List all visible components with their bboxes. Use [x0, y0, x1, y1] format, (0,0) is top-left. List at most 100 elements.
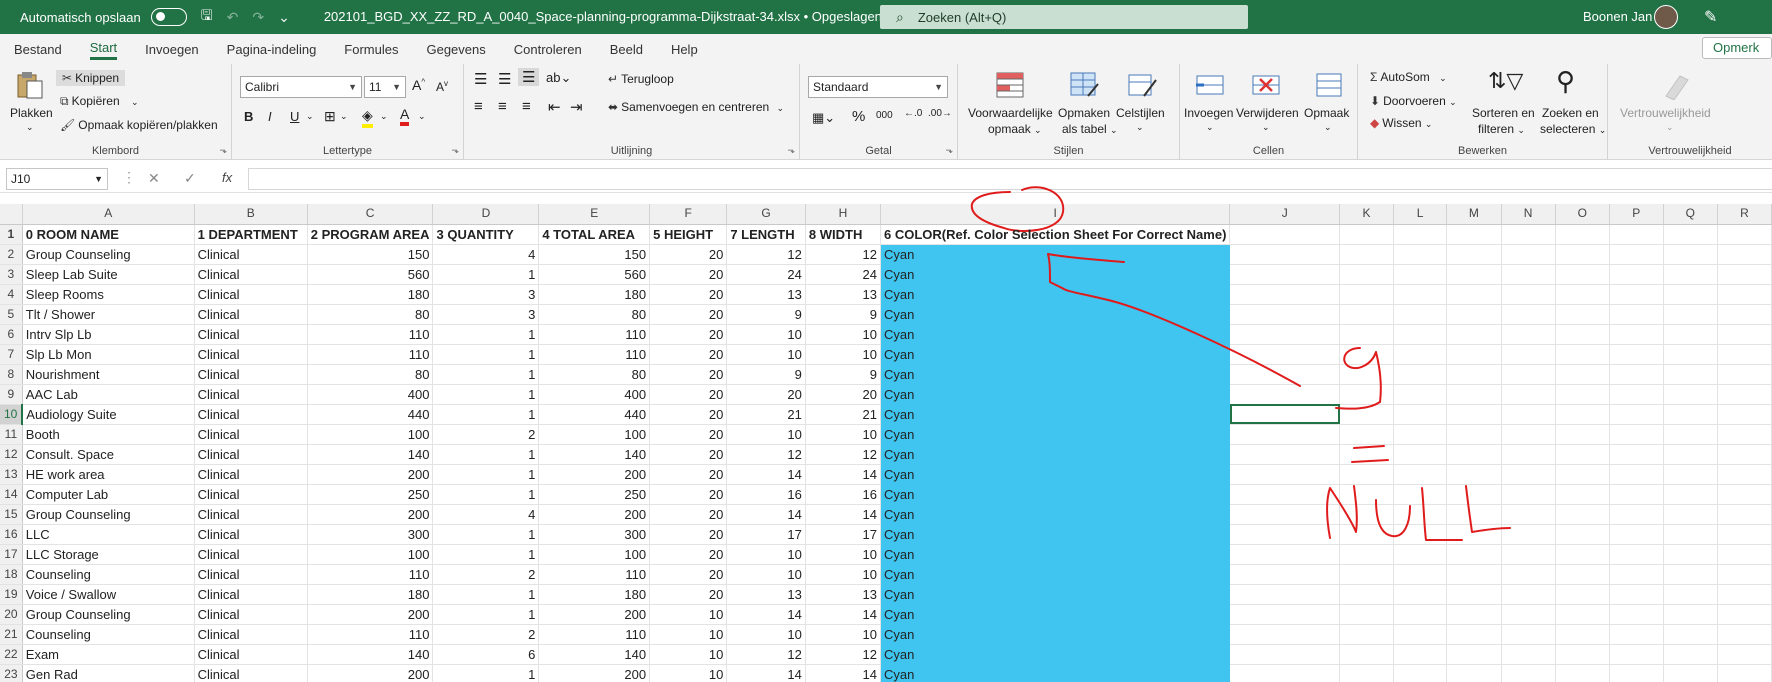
cell-p19[interactable] [1609, 584, 1664, 605]
cell-h16[interactable]: 17 [805, 524, 882, 545]
cell-l23[interactable] [1393, 664, 1448, 682]
cell-o18[interactable] [1555, 564, 1610, 585]
find-select-label-2[interactable]: selecteren ⌄ [1540, 122, 1606, 136]
cell-g15[interactable]: 14 [726, 504, 806, 525]
cell-r12[interactable] [1717, 444, 1772, 465]
align-left-icon[interactable]: ≡ [474, 98, 483, 115]
cell-d7[interactable]: 1 [432, 344, 540, 365]
cell-h20[interactable]: 14 [805, 604, 882, 625]
cell-a3[interactable]: Sleep Lab Suite [22, 264, 195, 285]
cell-k7[interactable] [1339, 344, 1394, 365]
cell-e9[interactable]: 400 [538, 384, 651, 405]
cell-o7[interactable] [1555, 344, 1610, 365]
cell-i15[interactable]: Cyan [880, 504, 1231, 525]
cell-p23[interactable] [1609, 664, 1664, 682]
font-color-dropdown-icon[interactable]: ⌄ [418, 111, 426, 122]
shrink-font-icon[interactable]: Av [436, 79, 448, 94]
cell-d11[interactable]: 2 [432, 424, 540, 445]
column-header-c[interactable]: C [307, 204, 434, 225]
cell-f14[interactable]: 20 [649, 484, 728, 505]
avatar[interactable] [1654, 5, 1678, 29]
cell-e20[interactable]: 200 [538, 604, 651, 625]
tab-help[interactable]: Help [671, 40, 698, 59]
column-header-m[interactable]: M [1446, 204, 1502, 225]
cell-a18[interactable]: Counseling [22, 564, 195, 585]
fill-button[interactable]: ⬇ Doorvoeren ⌄ [1370, 94, 1457, 108]
cell-j2[interactable] [1229, 244, 1341, 265]
cell-k20[interactable] [1339, 604, 1394, 625]
cell-d9[interactable]: 1 [432, 384, 540, 405]
cell-m4[interactable] [1446, 284, 1502, 305]
cell-p20[interactable] [1609, 604, 1664, 625]
cell-r11[interactable] [1717, 424, 1772, 445]
borders-dropdown-icon[interactable]: ⌄ [340, 111, 348, 122]
cell-k15[interactable] [1339, 504, 1394, 525]
cell-f7[interactable]: 20 [649, 344, 728, 365]
paste-dropdown-icon[interactable]: ⌄ [26, 122, 34, 133]
cell-r14[interactable] [1717, 484, 1772, 505]
column-header-b[interactable]: B [194, 204, 308, 225]
column-header-l[interactable]: L [1393, 204, 1448, 225]
cell-p14[interactable] [1609, 484, 1664, 505]
fill-color-dropdown-icon[interactable]: ⌄ [380, 111, 388, 122]
cell-b5[interactable]: Clinical [194, 304, 308, 325]
cell-m6[interactable] [1446, 324, 1502, 345]
cell-l20[interactable] [1393, 604, 1448, 625]
align-center-icon[interactable]: ≡ [498, 98, 507, 115]
decrease-decimal-icon[interactable]: .00→ [928, 108, 952, 119]
cell-h18[interactable]: 10 [805, 564, 882, 585]
cell-k2[interactable] [1339, 244, 1394, 265]
cell-m15[interactable] [1446, 504, 1502, 525]
cell-f9[interactable]: 20 [649, 384, 728, 405]
sensitivity-icon[interactable] [1660, 70, 1692, 100]
cell-r10[interactable] [1717, 404, 1772, 425]
cell-q14[interactable] [1663, 484, 1718, 505]
insert-cells-icon[interactable] [1194, 70, 1226, 100]
cell-o13[interactable] [1555, 464, 1610, 485]
cell-f21[interactable]: 10 [649, 624, 728, 645]
cell-o3[interactable] [1555, 264, 1610, 285]
cell-i14[interactable]: Cyan [880, 484, 1231, 505]
format-painter-button[interactable]: 🖌 Opmaak kopiëren/plakken [60, 118, 218, 132]
cell-b11[interactable]: Clinical [194, 424, 308, 445]
cell-l4[interactable] [1393, 284, 1448, 305]
cell-c12[interactable]: 140 [307, 444, 434, 465]
cell-o1[interactable] [1555, 224, 1610, 245]
cell-o10[interactable] [1555, 404, 1610, 425]
row-header[interactable]: 21 [0, 624, 23, 645]
cell-m5[interactable] [1446, 304, 1502, 325]
cell-d3[interactable]: 1 [432, 264, 540, 285]
paste-icon[interactable] [14, 70, 46, 100]
column-header-e[interactable]: E [538, 204, 651, 225]
cell-e17[interactable]: 100 [538, 544, 651, 565]
cell-n22[interactable] [1501, 644, 1556, 665]
cell-m8[interactable] [1446, 364, 1502, 385]
cell-d15[interactable]: 4 [432, 504, 540, 525]
cell-b2[interactable]: Clinical [194, 244, 308, 265]
cell-p4[interactable] [1609, 284, 1664, 305]
row-header[interactable]: 13 [0, 464, 23, 485]
cell-o5[interactable] [1555, 304, 1610, 325]
font-size-select[interactable]: 11 ▼ [364, 76, 406, 98]
cell-c3[interactable]: 560 [307, 264, 434, 285]
cell-n18[interactable] [1501, 564, 1556, 585]
tab-bestand[interactable]: Bestand [14, 40, 62, 59]
percent-icon[interactable]: % [852, 108, 865, 125]
row-header[interactable]: 22 [0, 644, 23, 665]
cell-h5[interactable]: 9 [805, 304, 882, 325]
column-header-p[interactable]: P [1609, 204, 1664, 225]
insert-cells-button[interactable]: Invoegen [1184, 106, 1233, 120]
cell-c21[interactable]: 110 [307, 624, 434, 645]
cell-b3[interactable]: Clinical [194, 264, 308, 285]
format-cells-icon[interactable] [1314, 70, 1346, 100]
cell-a5[interactable]: Tlt / Shower [22, 304, 195, 325]
cell-n1[interactable] [1501, 224, 1556, 245]
cell-c23[interactable]: 200 [307, 664, 434, 682]
cell-h17[interactable]: 10 [805, 544, 882, 565]
cell-q8[interactable] [1663, 364, 1718, 385]
increase-indent-icon[interactable]: ⇥ [570, 98, 583, 116]
cell-d20[interactable]: 1 [432, 604, 540, 625]
fill-color-icon[interactable]: ◈ [362, 107, 373, 128]
cell-f11[interactable]: 20 [649, 424, 728, 445]
cell-r15[interactable] [1717, 504, 1772, 525]
